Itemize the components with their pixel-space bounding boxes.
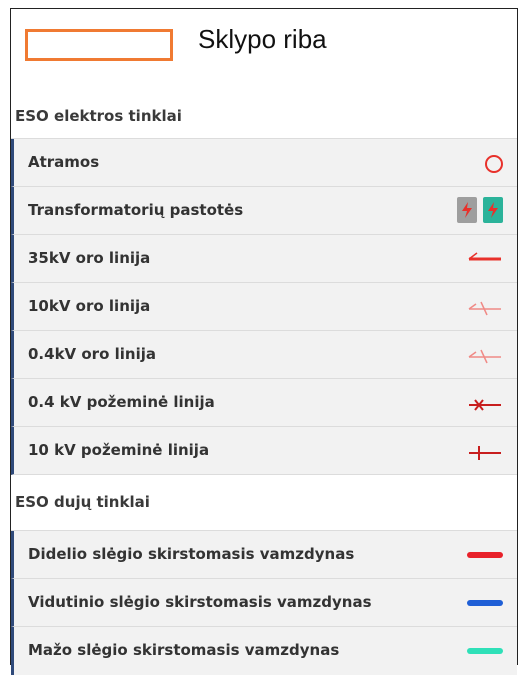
substation-teal-icon <box>483 197 503 223</box>
parcel-boundary-swatch <box>25 29 173 61</box>
legend-item-label: Mažo slėgio skirstomasis vamzdynas <box>28 641 340 659</box>
line-04kv-overhead-icon <box>468 349 501 364</box>
legend-item-substations[interactable]: Transformatorių pastotės <box>11 187 517 235</box>
legend-item-label: Atramos <box>28 153 100 171</box>
line-10kv-overhead-icon <box>468 301 501 316</box>
legend-item-label: Vidutinio slėgio skirstomasis vamzdynas <box>28 593 372 611</box>
legend-item-high-pressure[interactable]: Didelio slėgio skirstomasis vamzdynas <box>11 531 517 579</box>
legend-item-label: 0.4kV oro linija <box>28 345 156 363</box>
section-electric-header: ESO elektros tinklai <box>11 93 517 139</box>
legend-item-medium-pressure[interactable]: Vidutinio slėgio skirstomasis vamzdynas <box>11 579 517 627</box>
section-gas-header: ESO dujų tinklai <box>11 475 517 531</box>
line-04kv-underground-icon <box>469 399 501 411</box>
legend-item-04kv-overhead[interactable]: 0.4kV oro linija <box>11 331 517 379</box>
low-pressure-pipe-icon <box>467 648 503 654</box>
map-legend: Sklypo riba ESO elektros tinklai Atramos… <box>10 8 518 675</box>
legend-item-label: Transformatorių pastotės <box>28 201 244 219</box>
legend-item-label: 10kV oro linija <box>28 297 151 315</box>
legend-item-low-pressure[interactable]: Mažo slėgio skirstomasis vamzdynas <box>11 627 517 675</box>
legend-item-supports[interactable]: Atramos <box>11 139 517 187</box>
medium-pressure-pipe-icon <box>467 600 503 606</box>
high-pressure-pipe-icon <box>467 552 503 558</box>
line-10kv-underground-icon <box>469 446 501 460</box>
legend-item-label: Didelio slėgio skirstomasis vamzdynas <box>28 545 355 563</box>
circle-icon <box>485 155 503 173</box>
legend-item-10kv-overhead[interactable]: 10kV oro linija <box>11 283 517 331</box>
legend-item-label: 35kV oro linija <box>28 249 151 267</box>
parcel-boundary-label: Sklypo riba <box>198 24 327 54</box>
legend-item-label: 10 kV požeminė linija <box>28 441 210 459</box>
legend-item-10kv-underground[interactable]: 10 kV požeminė linija <box>11 427 517 475</box>
line-35kv-icon <box>468 252 501 261</box>
legend-item-label: 0.4 kV požeminė linija <box>28 393 215 411</box>
legend-item-04kv-underground[interactable]: 0.4 kV požeminė linija <box>11 379 517 427</box>
section-electric-title: ESO elektros tinklai <box>15 107 182 125</box>
parcel-boundary-legend: Sklypo riba <box>11 9 517 94</box>
legend-item-35kv-line[interactable]: 35kV oro linija <box>11 235 517 283</box>
substation-gray-icon <box>457 197 477 223</box>
section-gas-title: ESO dujų tinklai <box>15 493 150 511</box>
